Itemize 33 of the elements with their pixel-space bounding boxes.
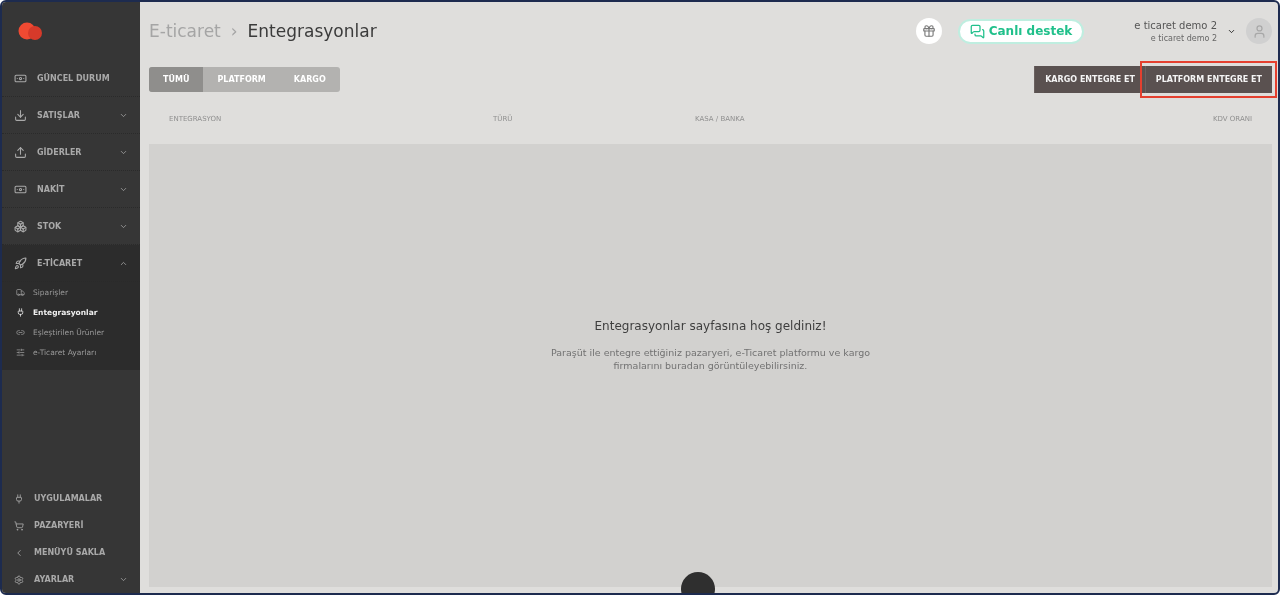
sidebar-item[interactable]: MENÜYÜ SAKLA: [2, 539, 140, 566]
link-icon: [16, 327, 25, 337]
rocket-icon: [14, 256, 27, 270]
sidebar-item[interactable]: GÜNCEL DURUM: [2, 60, 140, 97]
cart-icon: [14, 520, 24, 531]
logo-icon: [18, 22, 44, 40]
empty-state-title: Entegrasyonlar sayfasına hoş geldiniz!: [594, 319, 827, 334]
company-name: e ticaret demo 2: [1150, 33, 1217, 43]
user-icon: [1251, 23, 1267, 39]
user-name[interactable]: e ticaret demo 2: [1134, 19, 1217, 31]
gift-button[interactable]: [915, 18, 942, 44]
plug-icon: [14, 493, 24, 504]
chat-icon: [969, 23, 985, 39]
chevron-left-icon: [14, 547, 24, 558]
sidebar-item[interactable]: NAKİT: [2, 171, 140, 208]
sidebar-item[interactable]: PAZARYERİ: [2, 512, 140, 539]
sidebar-item[interactable]: GİDERLER: [2, 134, 140, 171]
filter-tab[interactable]: TÜMÜ: [149, 66, 204, 92]
upload-icon: [14, 145, 27, 159]
sidebar-item[interactable]: AYARLAR: [2, 566, 140, 593]
sidebar-item[interactable]: SATIŞLAR: [2, 97, 140, 134]
settings-icon: [14, 574, 24, 585]
sidebar-item[interactable]: UYGULAMALAR: [2, 485, 140, 512]
empty-state-message: Paraşüt ile entegre ettiğiniz pazaryeri, e-Ticaret platformu ve kargo firmalarını buradan görüntüleyebilirsiniz.: [550, 347, 871, 372]
integrate-button[interactable]: KARGO ENTEGRE ET: [1034, 65, 1145, 93]
truck-icon: [16, 287, 25, 297]
boxes-icon: [14, 219, 27, 233]
page-title: Entegrasyonlar: [247, 21, 377, 41]
breadcrumb-separator: ›: [230, 21, 238, 41]
gift-icon: [921, 24, 936, 38]
plug-icon: [16, 307, 25, 317]
download-icon: [14, 108, 27, 122]
sliders-icon: [16, 347, 25, 357]
